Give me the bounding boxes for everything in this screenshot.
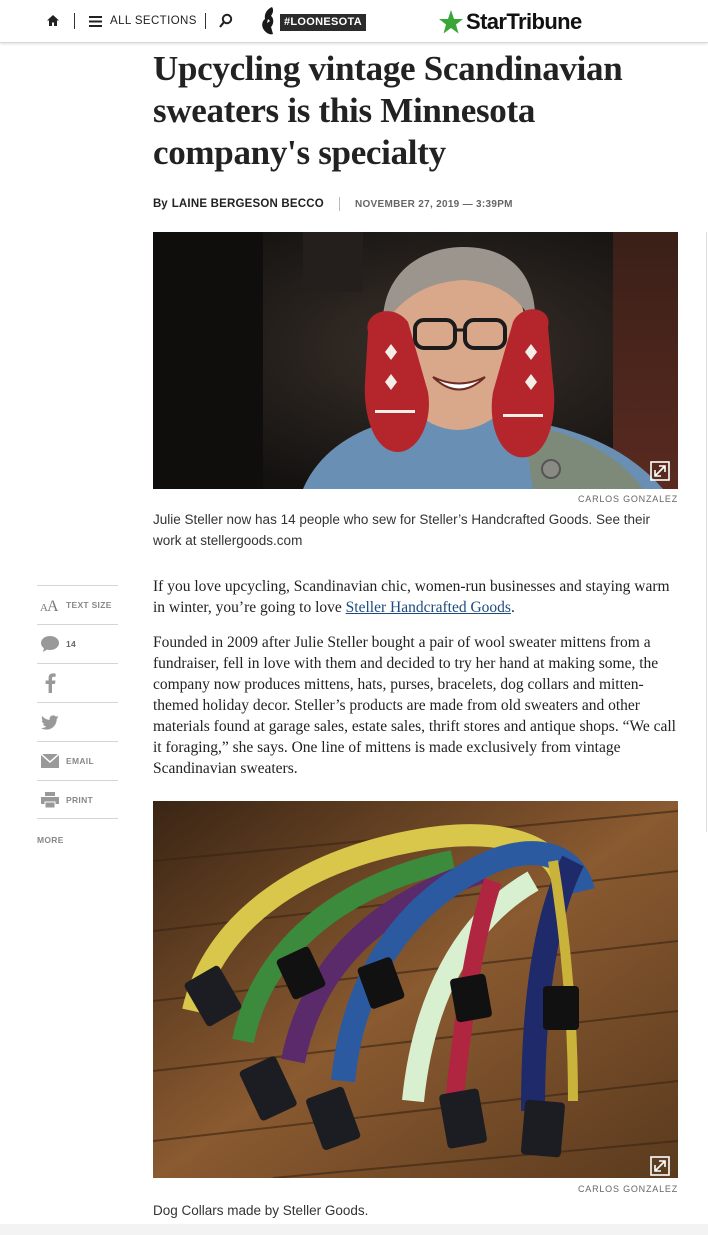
facebook-icon (40, 673, 60, 693)
page-edge-divider (706, 232, 707, 832)
author-link[interactable]: LAINE BERGESON BECCO (172, 198, 324, 210)
top-navigation-bar: ALL SECTIONS #LOONESOTA StarTribune (0, 0, 708, 43)
photo-caption: Dog Collars made by Steller Goods. (153, 1203, 369, 1218)
email-label: EMAIL (66, 756, 94, 766)
text-size-button[interactable]: AA TEXT SIZE (37, 585, 118, 624)
all-sections-button[interactable]: ALL SECTIONS (89, 12, 197, 30)
hamburger-icon (89, 15, 102, 27)
byline-divider (338, 197, 340, 211)
envelope-icon (40, 752, 60, 770)
nav-divider (74, 13, 75, 29)
search-icon[interactable] (218, 12, 234, 30)
email-share-button[interactable]: EMAIL (37, 741, 118, 780)
comment-icon (40, 635, 60, 653)
paragraph-text: . (510, 599, 515, 616)
all-sections-label: ALL SECTIONS (110, 15, 197, 27)
twitter-share-button[interactable] (37, 702, 118, 741)
dog-collars-photo[interactable] (153, 801, 678, 1178)
print-button[interactable]: PRINT (37, 780, 118, 819)
article-headline: Upcycling vintage Scandinavian sweaters … (153, 49, 623, 172)
photo-caption: Julie Steller now has 14 people who sew … (153, 512, 651, 548)
printer-icon (40, 791, 60, 809)
expand-photo-icon[interactable] (650, 461, 670, 481)
steller-goods-link[interactable]: Steller Handcrafted Goods (346, 599, 511, 616)
home-icon[interactable] (44, 12, 62, 30)
publish-date: NOVEMBER 27, 2019 — 3:39PM (354, 198, 513, 210)
more-share-button[interactable]: MORE (37, 835, 64, 845)
print-label: PRINT (66, 794, 93, 805)
page-bottom-strip (0, 1224, 708, 1235)
twitter-icon (40, 713, 60, 731)
expand-photo-icon[interactable] (650, 1156, 670, 1176)
comments-button[interactable]: 14 (37, 624, 118, 663)
logo-text: StarTribune (466, 9, 582, 34)
loon-icon (262, 7, 274, 35)
article-paragraph: If you love upcycling, Scandinavian chic… (153, 576, 681, 618)
byline-by-label: By (153, 198, 168, 210)
photo-credit: CARLOS GONZALEZ (577, 1184, 678, 1194)
comments-count: 14 (66, 639, 77, 649)
text-size-icon: AA (40, 596, 60, 614)
star-icon (439, 10, 463, 34)
nav-divider (205, 13, 206, 29)
lead-photo[interactable] (153, 232, 678, 489)
loonesota-badge[interactable]: #LOONESOTA (258, 5, 366, 37)
byline: By LAINE BERGESON BECCO NOVEMBER 27, 201… (153, 196, 513, 212)
loonesota-label: #LOONESOTA (280, 14, 366, 31)
facebook-share-button[interactable] (37, 663, 118, 702)
photo-credit: CARLOS GONZALEZ (577, 494, 678, 504)
woman-with-mittens-image (153, 232, 678, 489)
svg-text:A: A (47, 598, 59, 612)
text-size-label: TEXT SIZE (66, 600, 112, 610)
share-rail: AA TEXT SIZE 14 EMAIL PRINT (37, 585, 118, 819)
dog-collars-image (153, 801, 678, 1178)
startribune-logo[interactable]: StarTribune (438, 7, 582, 37)
article-paragraph: Founded in 2009 after Julie Steller boug… (153, 634, 676, 777)
